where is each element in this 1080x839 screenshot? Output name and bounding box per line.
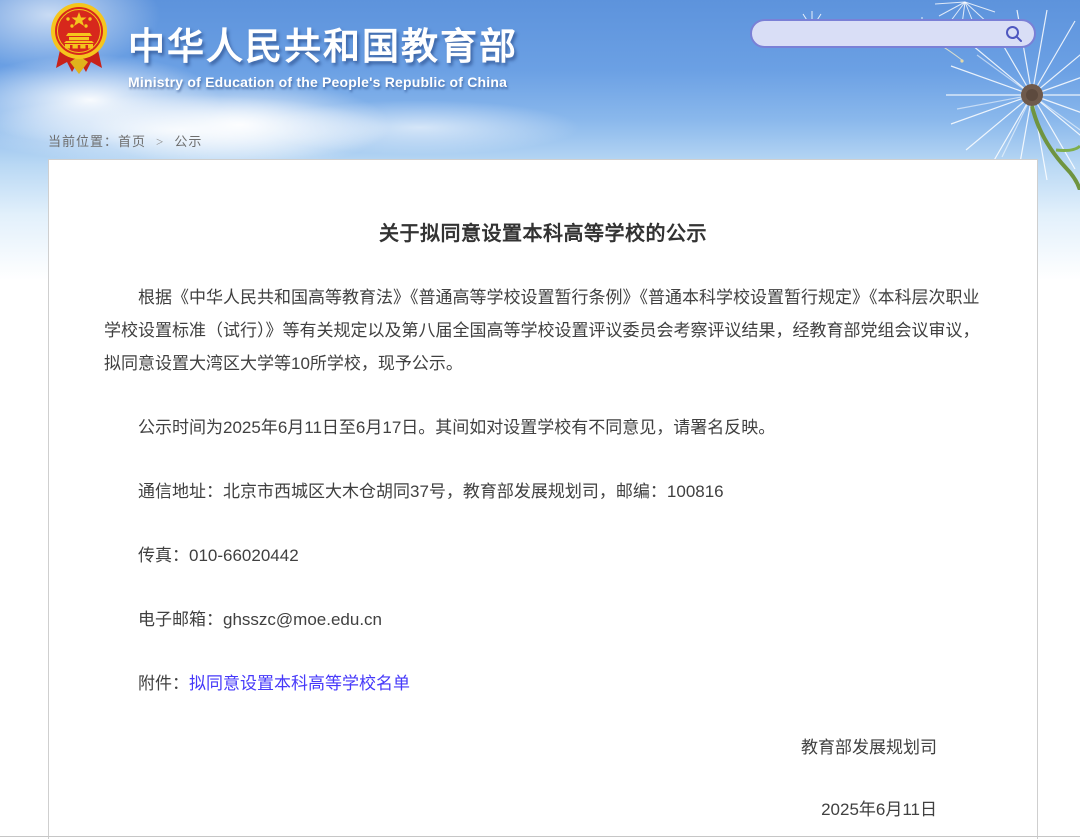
attachment-line: 附件：拟同意设置本科高等学校名单 — [104, 667, 982, 700]
site-subtitle: Ministry of Education of the People's Re… — [128, 74, 508, 90]
article-paragraph: 传真：010-66020442 — [138, 546, 299, 565]
search-icon — [1006, 25, 1022, 42]
signature-date: 2025年6月11日 — [821, 800, 937, 819]
notice-card: 关于拟同意设置本科高等学校的公示 根据《中华人民共和国高等教育法》《普通高等学校… — [48, 159, 1038, 839]
breadcrumb-label: 当前位置： — [48, 134, 119, 149]
breadcrumb-home-link[interactable]: 首页 — [118, 134, 146, 149]
signature-block: 教育部发展规划司 2025年6月11日 — [104, 731, 982, 826]
breadcrumb: 当前位置：首页 > 公示 — [48, 131, 202, 150]
page: 中华人民共和国教育部 Ministry of Education of the … — [0, 0, 1080, 839]
search-box[interactable] — [750, 19, 1036, 48]
site-brand: 中华人民共和国教育部 Ministry of Education of the … — [50, 2, 518, 90]
article-paragraph: 通信地址：北京市西城区大木仓胡同37号，教育部发展规划司，邮编：100816 — [138, 482, 724, 501]
page-title: 关于拟同意设置本科高等学校的公示 — [379, 223, 707, 245]
national-emblem-icon — [51, 3, 107, 74]
attachment-label: 附件： — [138, 674, 189, 693]
footer-divider — [0, 836, 1080, 837]
breadcrumb-separator: > — [156, 134, 165, 149]
search-button[interactable] — [1002, 22, 1026, 46]
article-body: 根据《中华人民共和国高等教育法》《普通高等学校设置暂行条例》《普通本科学校设置暂… — [104, 281, 982, 826]
attachment-link[interactable]: 拟同意设置本科高等学校名单 — [189, 674, 410, 693]
signature-department: 教育部发展规划司 — [801, 738, 937, 757]
article-paragraph: 公示时间为2025年6月11日至6月17日。其间如对设置学校有不同意见，请署名反… — [138, 418, 776, 437]
article-paragraph: 电子邮箱：ghsszc@moe.edu.cn — [138, 610, 383, 629]
breadcrumb-current-link[interactable]: 公示 — [174, 134, 202, 149]
article-paragraph: 根据《中华人民共和国高等教育法》《普通高等学校设置暂行条例》《普通本科学校设置暂… — [104, 288, 980, 373]
cloud-decoration — [260, 100, 580, 155]
search-input[interactable] — [766, 21, 1002, 46]
site-title: 中华人民共和国教育部 — [128, 26, 518, 67]
